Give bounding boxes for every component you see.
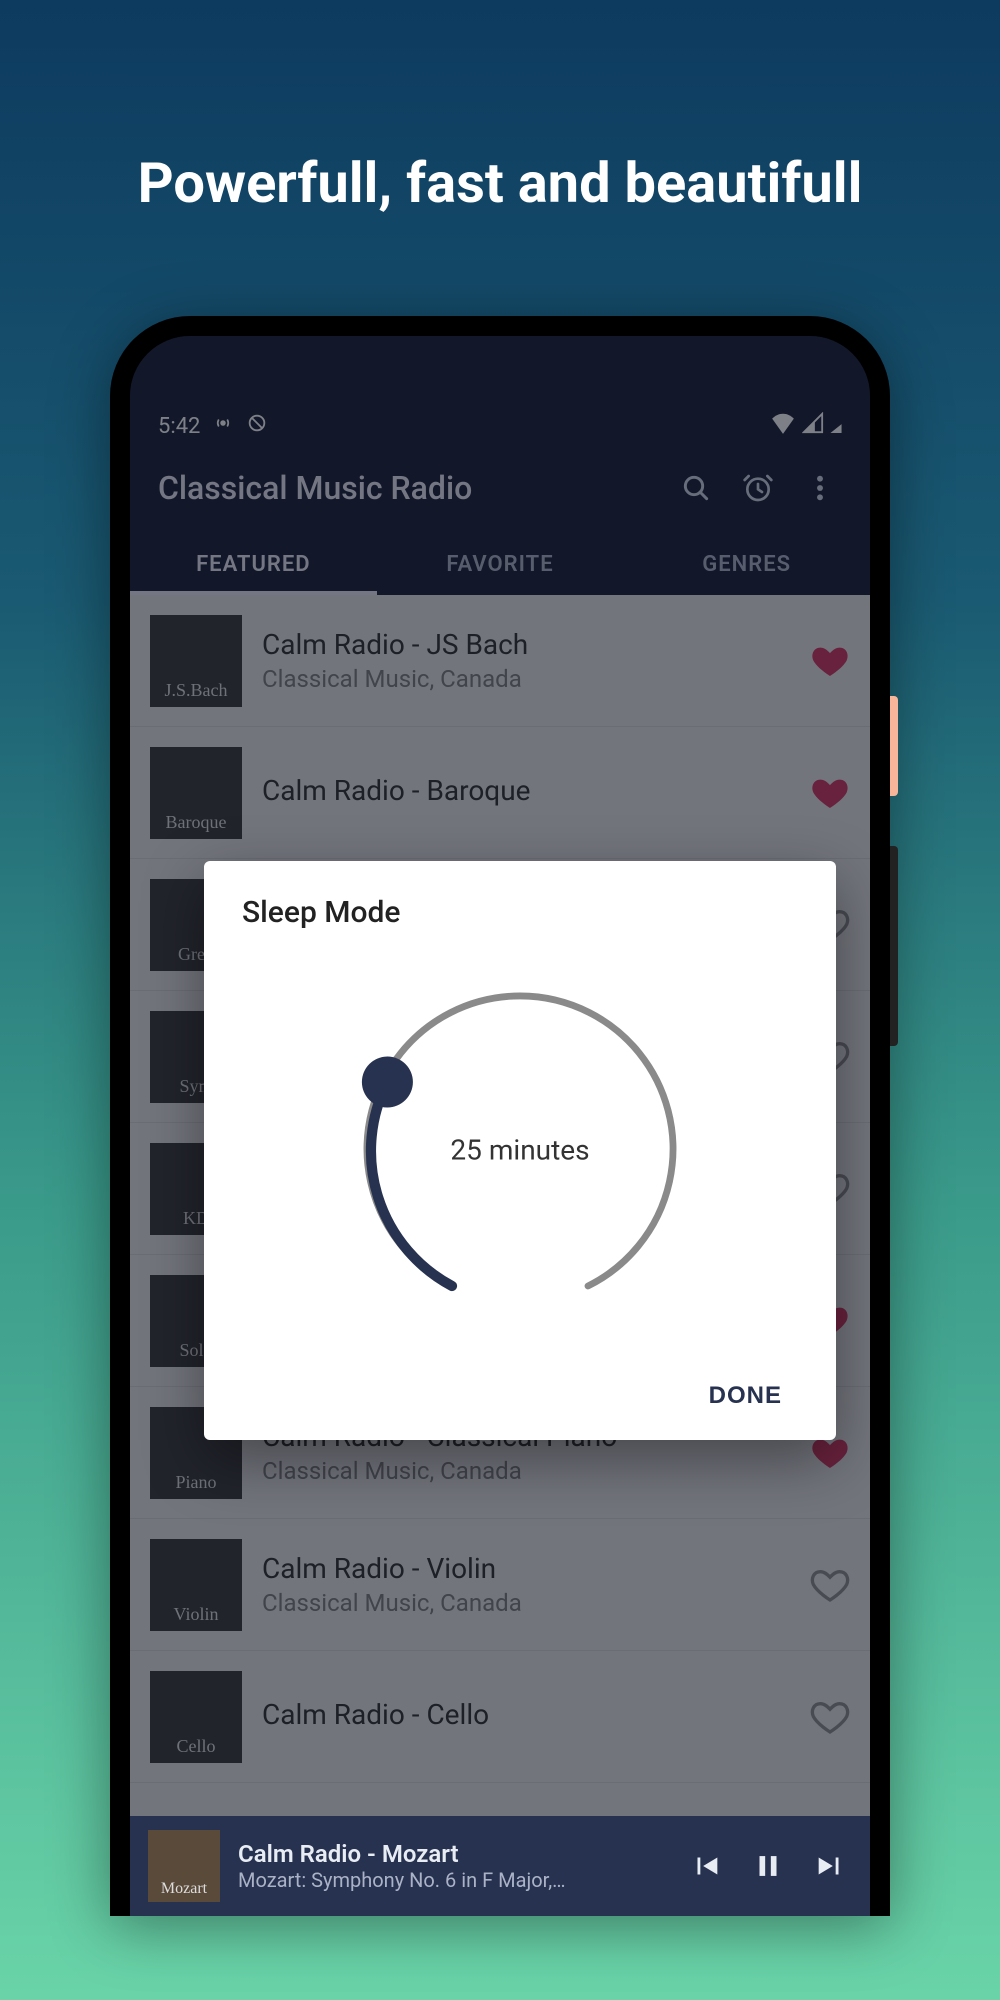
station-thumb: Cello [150,1671,242,1763]
station-row[interactable]: Violin Calm Radio - Violin Classical Mus… [130,1519,870,1651]
station-text: Calm Radio - Violin Classical Music, Can… [262,1552,790,1617]
search-icon[interactable] [674,466,718,510]
now-playing-subtitle: Mozart: Symphony No. 6 in F Major,… [238,1868,666,1892]
no-location-icon [246,412,268,440]
alarm-icon[interactable] [736,466,780,510]
phone-volume-button [890,846,898,1046]
phone-screen: 5:42 Classic [130,336,870,1916]
station-text: Calm Radio - Cello [262,1698,790,1735]
tab-featured[interactable]: FEATURED [130,534,377,595]
tab-label: FEATURED [196,552,311,577]
station-text: Calm Radio - JS Bach Classical Music, Ca… [262,628,790,693]
sleep-timer-value: 25 minutes [450,1134,589,1167]
sleep-mode-dialog: Sleep Mode 25 minutes DONE [204,861,836,1440]
station-row[interactable]: J.S.Bach Calm Radio - JS Bach Classical … [130,595,870,727]
now-playing-thumb: Mozart [148,1830,220,1902]
now-playing-text: Calm Radio - Mozart Mozart: Symphony No.… [238,1840,666,1892]
station-subtitle: Classical Music, Canada [262,1589,790,1617]
app-title: Classical Music Radio [158,469,656,507]
dialog-title: Sleep Mode [242,895,798,930]
tab-favorite[interactable]: FAVORITE [377,534,624,595]
sleep-timer-dial[interactable]: 25 minutes [350,980,690,1320]
station-title: Calm Radio - Violin [262,1552,790,1585]
favorite-icon[interactable] [810,641,850,681]
favorite-icon[interactable] [810,1697,850,1737]
now-playing-title: Calm Radio - Mozart [238,1840,666,1868]
station-title: Calm Radio - Cello [262,1698,790,1731]
prev-track-icon[interactable] [684,1844,728,1888]
station-title: Calm Radio - Baroque [262,774,790,807]
phone-frame: 5:42 Classic [110,316,890,1916]
tab-genres[interactable]: GENRES [623,534,870,595]
signal-icon [802,412,824,440]
done-button[interactable]: DONE [693,1370,798,1422]
wifi-icon [770,412,796,440]
tab-label: FAVORITE [446,552,553,577]
tab-label: GENRES [702,552,791,577]
status-bar: 5:42 [130,406,870,446]
next-track-icon[interactable] [808,1844,852,1888]
tab-bar: FEATURED FAVORITE GENRES [130,534,870,595]
station-thumb: Violin [150,1539,242,1631]
more-icon[interactable] [798,466,842,510]
favorite-icon[interactable] [810,773,850,813]
station-subtitle: Classical Music, Canada [262,665,790,693]
broadcast-icon [212,412,234,440]
phone-power-button [890,696,898,796]
favorite-icon[interactable] [810,1565,850,1605]
promo-headline: Powerfull, fast and beautifull [138,150,863,216]
now-playing-bar[interactable]: Mozart Calm Radio - Mozart Mozart: Symph… [130,1816,870,1916]
status-time: 5:42 [158,414,200,439]
station-subtitle: Classical Music, Canada [262,1457,790,1485]
station-text: Calm Radio - Baroque [262,774,790,811]
station-thumb: J.S.Bach [150,615,242,707]
station-row[interactable]: Baroque Calm Radio - Baroque [130,727,870,859]
battery-icon [830,413,842,439]
station-thumb: Baroque [150,747,242,839]
app-bar: Classical Music Radio [130,446,870,534]
station-row[interactable]: Cello Calm Radio - Cello [130,1651,870,1783]
pause-icon[interactable] [746,1844,790,1888]
station-title: Calm Radio - JS Bach [262,628,790,661]
